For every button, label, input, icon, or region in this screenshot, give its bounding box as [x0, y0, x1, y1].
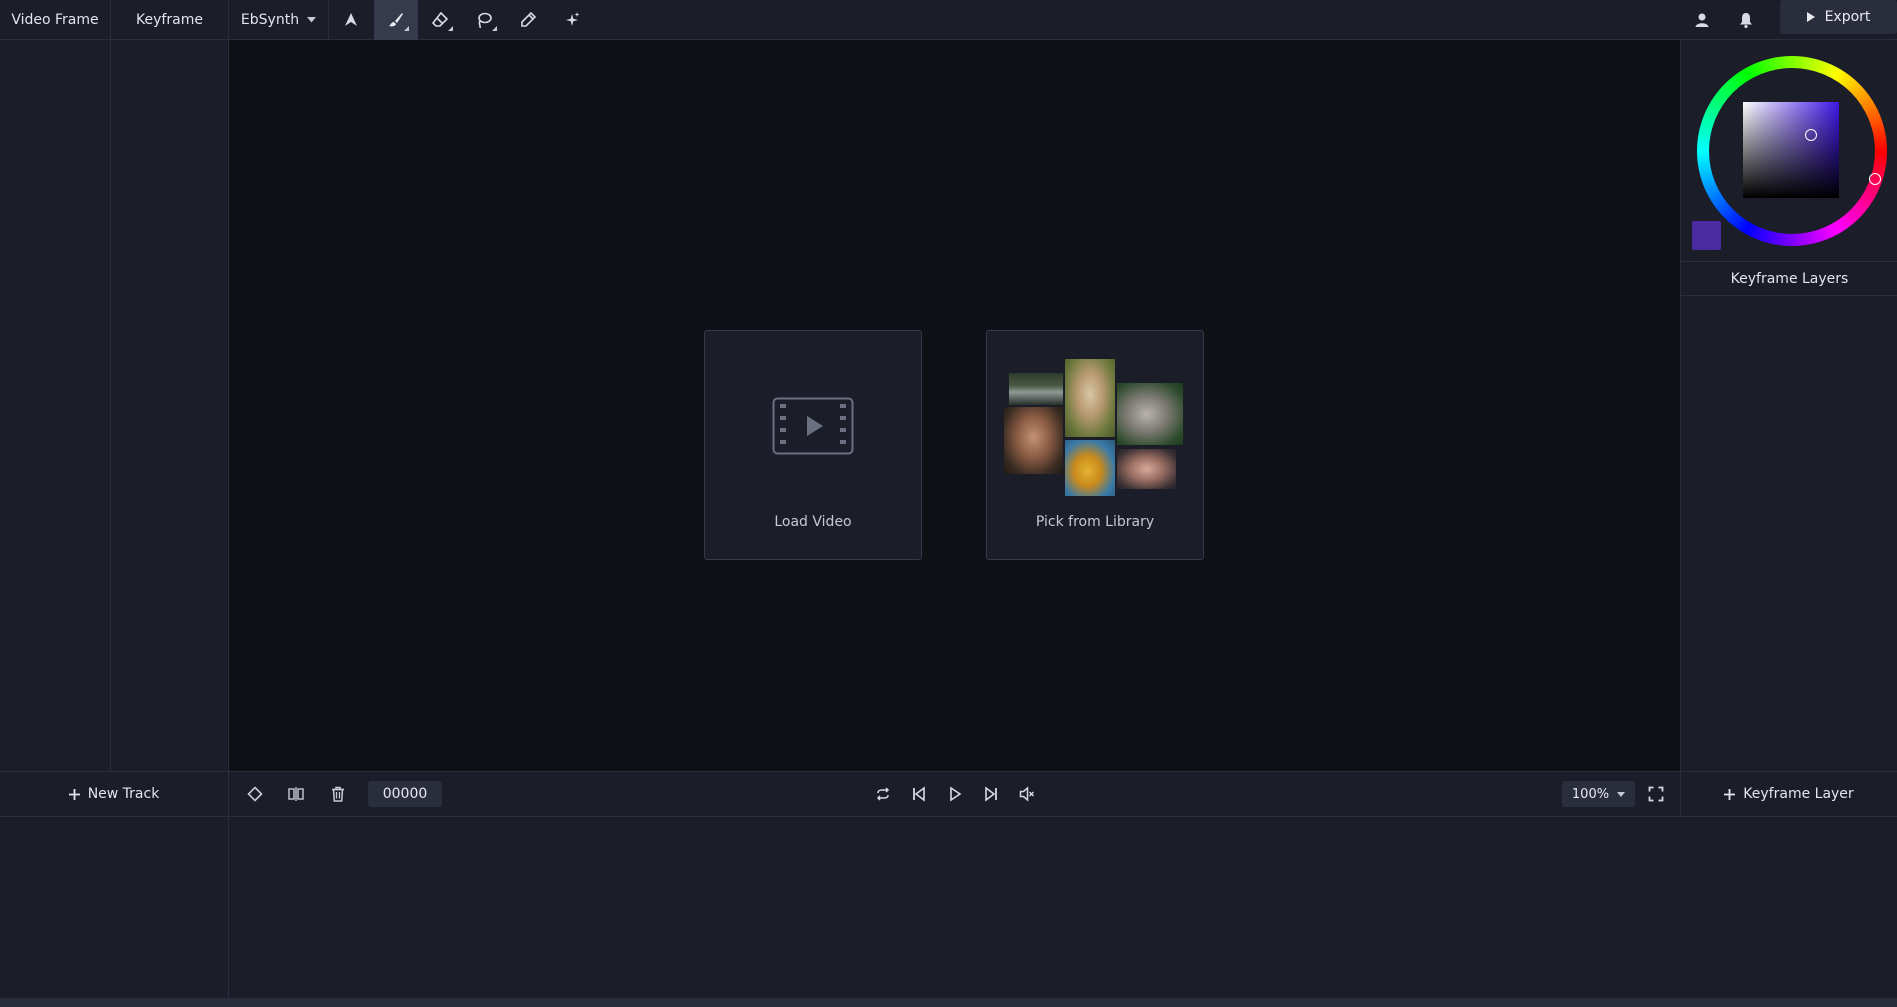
horizontal-scrollbar[interactable]: [0, 998, 1897, 1007]
eraser-tool-button[interactable]: [418, 0, 462, 40]
new-track-button[interactable]: New Track: [0, 772, 229, 816]
mute-button[interactable]: [1016, 783, 1038, 805]
zoom-select[interactable]: 100%: [1562, 781, 1635, 807]
plus-icon: [1724, 788, 1736, 800]
keyframe-panel: [111, 40, 229, 771]
keyframe-layers-header: Keyframe Layers: [1681, 261, 1897, 296]
ebsynth-dropdown-label: EbSynth: [240, 12, 300, 28]
plus-icon: [68, 788, 80, 800]
library-thumb-parrot: [1065, 440, 1115, 496]
timeline-area[interactable]: [229, 817, 1897, 998]
speaker-muted-icon: [1019, 786, 1035, 802]
video-frame-panel: [0, 40, 111, 771]
split-button[interactable]: [285, 783, 307, 805]
tool-options-corner: [404, 26, 409, 31]
notifications-button[interactable]: [1724, 0, 1768, 40]
eyedropper-icon: [521, 11, 537, 27]
color-and-layers-panel: Keyframe Layers: [1680, 40, 1897, 771]
add-keyframe-button[interactable]: [244, 783, 266, 805]
select-arrow-icon: [345, 13, 357, 26]
diamond-icon: [247, 786, 263, 802]
pick-from-library-card[interactable]: Pick from Library: [986, 330, 1204, 560]
magic-tool-button[interactable]: [550, 0, 594, 40]
tool-options-corner: [492, 26, 497, 31]
caret-down-icon: [1617, 791, 1626, 797]
add-keyframe-layer-button[interactable]: Keyframe Layer: [1680, 772, 1897, 816]
frame-number-value: 00000: [382, 786, 428, 802]
saturation-value-handle[interactable]: [1805, 129, 1817, 141]
library-thumb-portrait-2: [1117, 449, 1176, 489]
tab-video-frame[interactable]: Video Frame: [0, 0, 111, 40]
bell-icon: [1740, 13, 1752, 29]
keyframe-layers-title: Keyframe Layers: [1730, 270, 1849, 287]
load-video-card[interactable]: Load Video: [704, 330, 922, 560]
skip-to-start-button[interactable]: [908, 783, 930, 805]
account-button[interactable]: [1680, 0, 1724, 40]
library-thumbnail-collage: [1004, 359, 1188, 497]
library-thumb-portrait-1: [1004, 407, 1063, 474]
tab-video-frame-label: Video Frame: [11, 12, 99, 28]
loop-button[interactable]: [872, 783, 894, 805]
library-thumb-waterfall: [1009, 373, 1063, 405]
tab-keyframe[interactable]: Keyframe: [111, 0, 229, 40]
skip-back-icon: [913, 786, 925, 802]
main-canvas: Load Video Pick from Library: [229, 40, 1680, 771]
pick-from-library-label: Pick from Library: [1035, 514, 1155, 530]
load-video-label: Load Video: [774, 514, 852, 530]
tab-keyframe-label: Keyframe: [136, 12, 203, 28]
tool-options-corner: [448, 26, 453, 31]
select-tool-button[interactable]: [329, 0, 373, 40]
split-icon: [288, 787, 304, 801]
fullscreen-button[interactable]: [1645, 783, 1667, 805]
export-button[interactable]: Export: [1780, 0, 1897, 34]
lasso-icon: [478, 12, 492, 29]
eyedropper-tool-button[interactable]: [506, 0, 550, 40]
skip-to-end-button[interactable]: [980, 783, 1002, 805]
loop-icon: [876, 787, 890, 801]
zoom-value: 100%: [1571, 786, 1610, 802]
current-color-swatch[interactable]: [1692, 221, 1721, 250]
fullscreen-icon: [1648, 786, 1664, 802]
frame-number-input[interactable]: 00000: [368, 781, 442, 807]
skip-forward-icon: [985, 786, 997, 802]
lasso-tool-button[interactable]: [462, 0, 506, 40]
caret-down-icon: [307, 17, 317, 23]
timeline-toolbar: New Track 00000 100% Keyframe Layer: [0, 771, 1897, 817]
hue-handle[interactable]: [1869, 173, 1881, 185]
ebsynth-dropdown[interactable]: EbSynth: [229, 0, 329, 40]
new-track-label: New Track: [87, 786, 160, 802]
play-triangle-icon: [1806, 12, 1815, 22]
add-keyframe-layer-label: Keyframe Layer: [1743, 786, 1854, 802]
brush-icon: [389, 13, 403, 27]
library-thumb-lynx: [1065, 359, 1115, 437]
export-label: Export: [1824, 9, 1871, 25]
play-icon: [950, 786, 962, 802]
delete-button[interactable]: [327, 783, 349, 805]
track-list: [0, 817, 229, 998]
saturation-value-square[interactable]: [1743, 102, 1839, 198]
user-icon: [1695, 13, 1709, 27]
video-film-icon: [772, 397, 854, 455]
trash-icon: [332, 786, 344, 802]
eraser-icon: [431, 11, 449, 27]
library-thumb-wolf: [1117, 383, 1183, 445]
brush-tool-button[interactable]: [374, 0, 418, 40]
sparkle-icon: [566, 12, 580, 26]
play-button[interactable]: [944, 783, 966, 805]
top-toolbar: Video Frame Keyframe EbSynth Export: [0, 0, 1897, 40]
